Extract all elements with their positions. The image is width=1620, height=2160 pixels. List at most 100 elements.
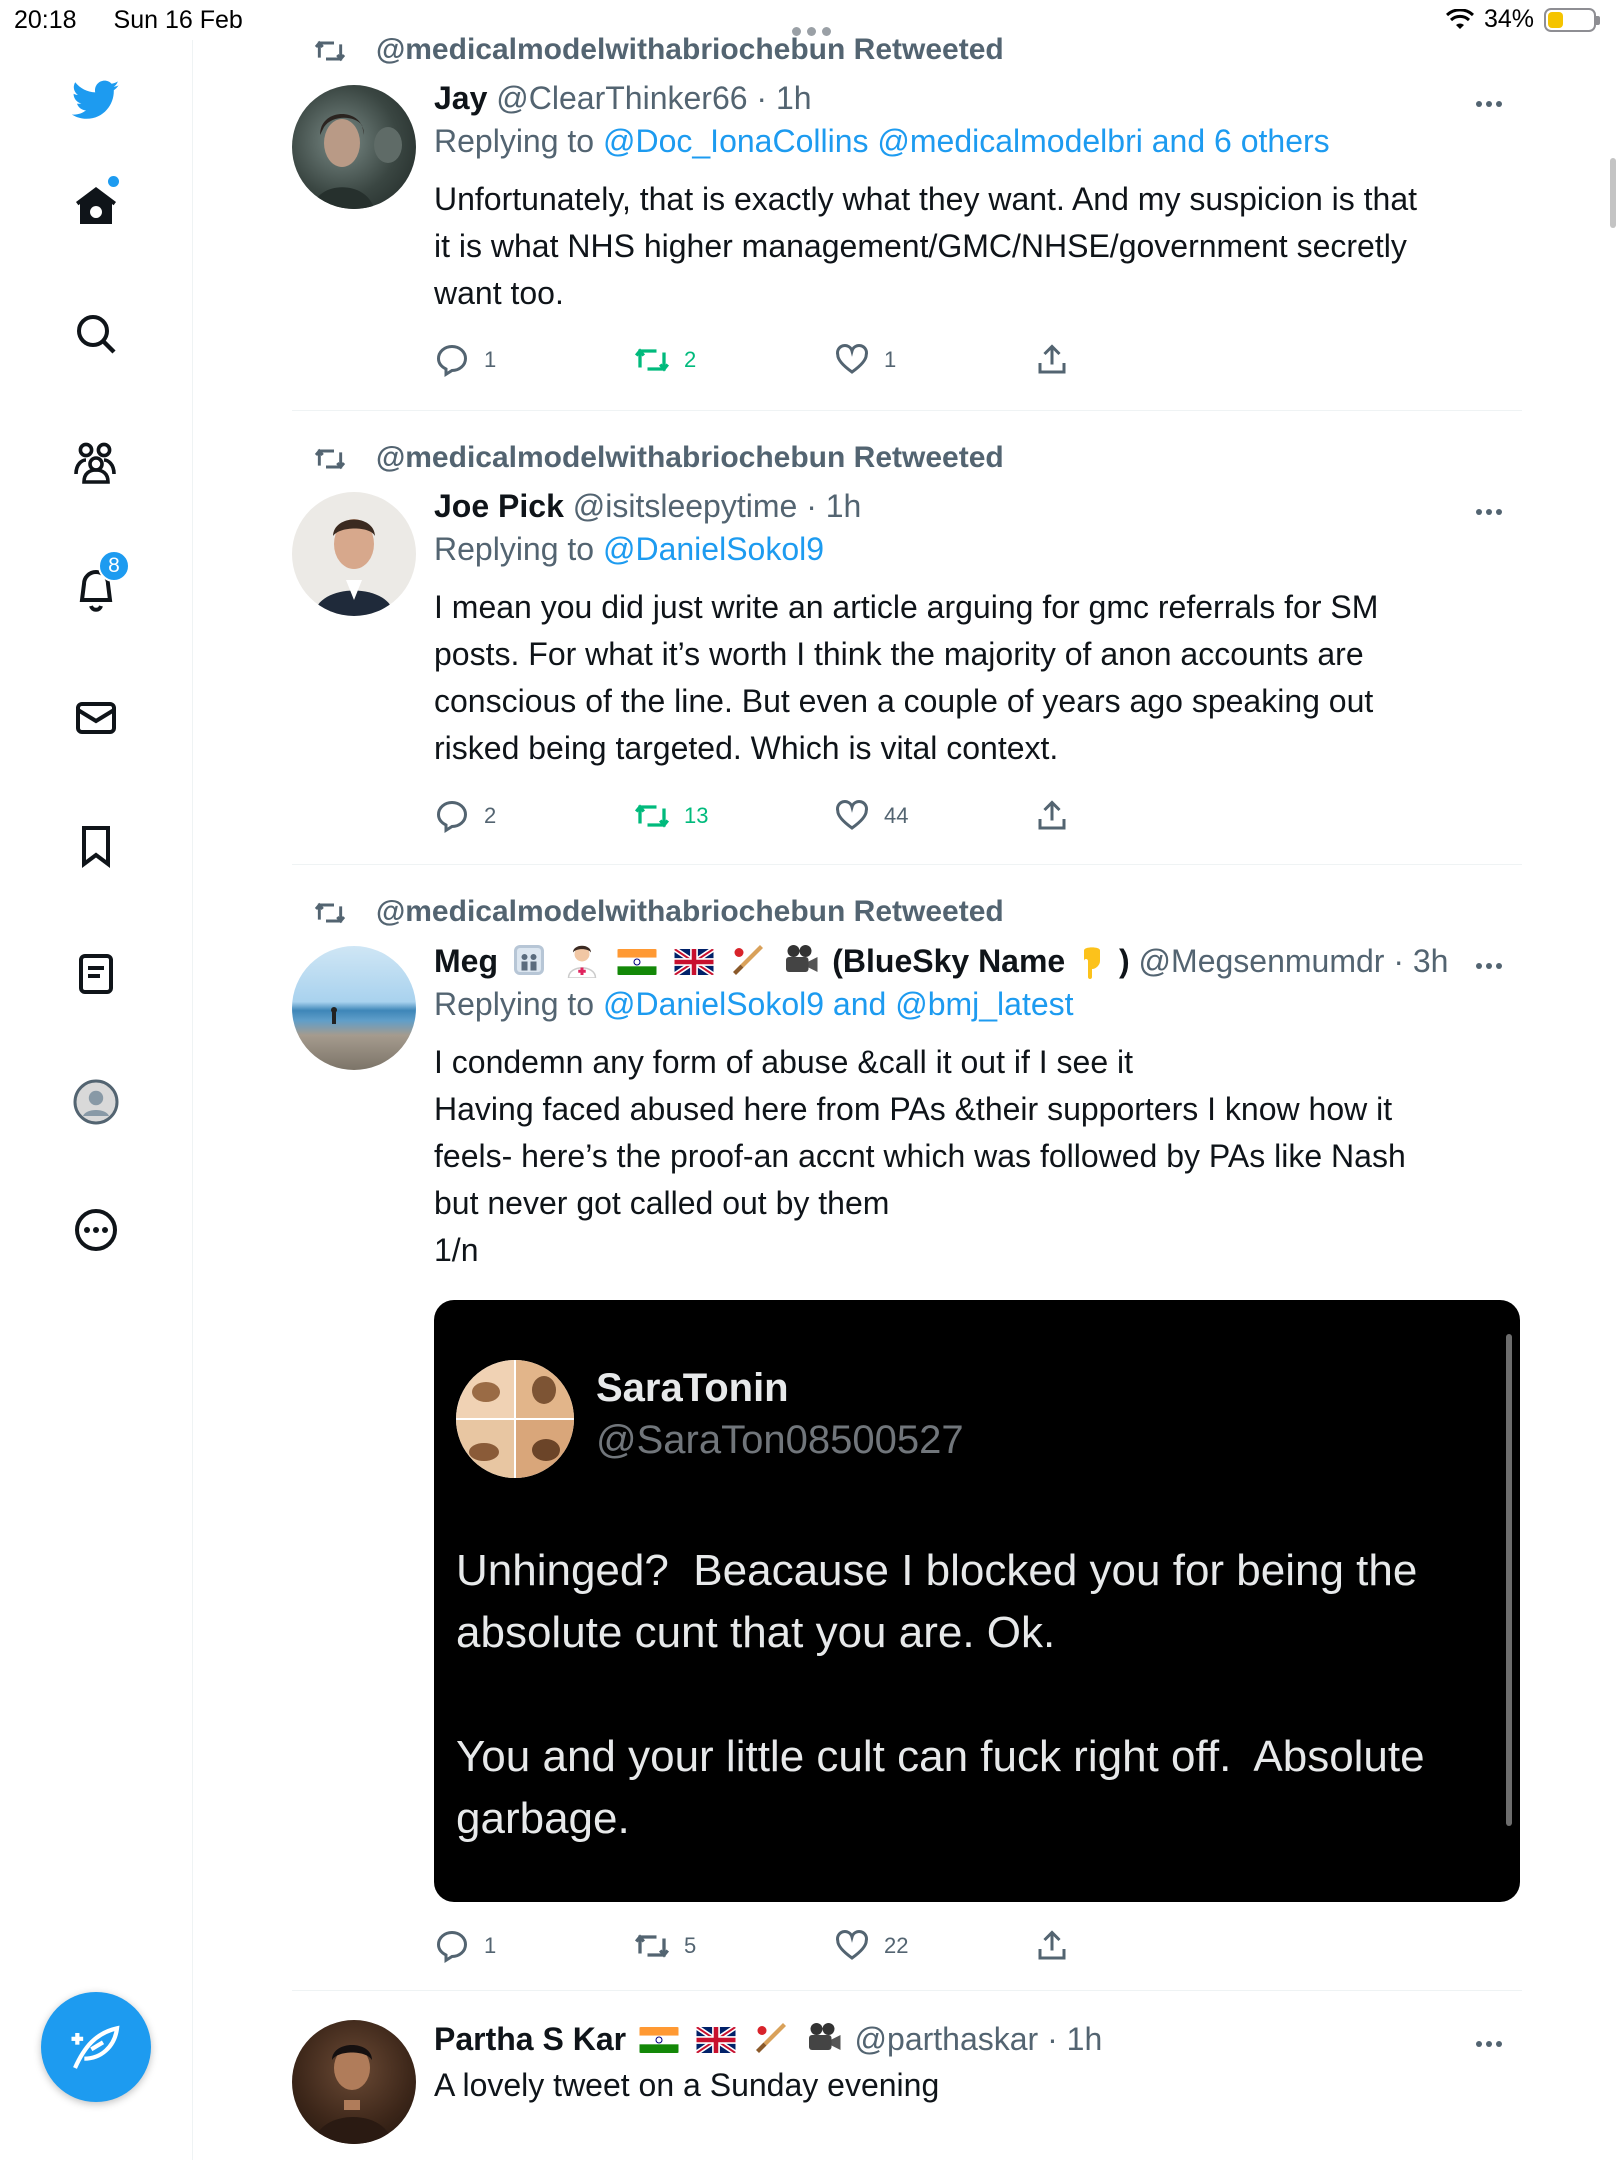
tweet-media-image[interactable]: SaraTonin @SaraTon08500527 Unhinged? Bea… [434, 1300, 1520, 1902]
retweet-count: 2 [684, 347, 697, 372]
retweet-button[interactable]: 2 [634, 342, 834, 378]
page-scrollbar[interactable] [1610, 158, 1616, 228]
like-count: 22 [884, 1933, 909, 1958]
reply-count: 2 [484, 803, 497, 828]
retweeted-by-label: @medicalmodelwithabriochebun Retweeted [376, 33, 1004, 66]
share-icon [1038, 800, 1066, 830]
tweet-text: A lovely tweet on a Sunday evening [434, 2067, 940, 2103]
avatar[interactable] [292, 85, 416, 209]
uk-flag-icon [673, 949, 714, 975]
wifi-icon [1445, 8, 1474, 29]
media-author-handle: @SaraTon08500527 [596, 1418, 964, 1462]
compose-feather-icon [71, 2025, 120, 2069]
tweet[interactable]: @medicalmodelwithabriochebun Retweeted J… [292, 438, 1522, 838]
share-button[interactable] [1034, 342, 1234, 378]
retweet-icon [314, 902, 346, 924]
retweet-icon [314, 448, 346, 470]
more-circle-icon[interactable] [66, 1200, 126, 1260]
cricket-emoji-icon [733, 945, 764, 975]
share-button[interactable] [1034, 798, 1234, 834]
retweeted-by-label: @medicalmodelwithabriochebun Retweeted [376, 441, 1004, 474]
status-time: 20:18 [14, 6, 77, 34]
author-name-close[interactable]: ) [1119, 943, 1130, 979]
twitter-bird-icon[interactable] [66, 70, 126, 130]
more-options-icon[interactable] [1476, 956, 1516, 976]
profile-icon[interactable] [66, 1072, 126, 1132]
replying-to-label: Replying to [434, 986, 603, 1022]
tweet-time[interactable]: · 1h [756, 80, 811, 116]
like-button[interactable]: 22 [834, 1928, 1034, 1964]
india-flag-icon [617, 949, 657, 975]
tweet[interactable]: @medicalmodelwithabriochebun Retweeted J… [292, 30, 1522, 377]
retweet-context: @medicalmodelwithabriochebun Retweeted [314, 895, 1004, 929]
media-avatar [456, 1360, 574, 1478]
like-button[interactable]: 1 [834, 342, 1034, 378]
replying-to: Replying to @DanielSokol9 and @bmj_lates… [434, 986, 1522, 1023]
home-unread-dot [108, 176, 119, 187]
reply-button[interactable]: 1 [434, 342, 634, 378]
replying-to-links[interactable]: @DanielSokol9 [603, 531, 824, 567]
avatar[interactable] [292, 946, 416, 1070]
reply-count: 1 [484, 1933, 497, 1958]
avatar[interactable] [292, 492, 416, 616]
sidebar-nav: 8 [0, 40, 193, 2160]
communities-icon[interactable] [66, 432, 126, 492]
author-name[interactable]: Jay [434, 80, 487, 116]
author-name-suffix[interactable]: (BlueSky Name [832, 943, 1065, 979]
tweet-text: Unfortunately, that is exactly what they… [434, 181, 1417, 311]
media-tweet-text: Unhinged? Beacause I blocked you for bei… [456, 1546, 1425, 1843]
retweet-count: 5 [684, 1933, 697, 1958]
author-name[interactable]: Meg [434, 943, 498, 979]
media-author-name: SaraTonin [596, 1366, 789, 1410]
notifications-icon[interactable]: 8 [66, 550, 130, 620]
battery-icon [1544, 7, 1600, 32]
india-flag-icon [639, 2027, 679, 2053]
share-icon [1038, 1930, 1066, 1960]
like-button[interactable]: 44 [834, 798, 1034, 834]
bookmarks-icon[interactable] [66, 816, 126, 876]
heart-icon [836, 800, 868, 830]
retweet-button[interactable]: 13 [634, 798, 834, 834]
more-options-icon[interactable] [1476, 2034, 1516, 2054]
heart-icon [836, 1930, 868, 1960]
home-icon[interactable] [66, 176, 126, 236]
author-name[interactable]: Joe Pick [434, 488, 564, 524]
compose-tweet-button[interactable] [41, 1992, 151, 2102]
tweet-divider [292, 410, 1522, 411]
search-icon[interactable] [66, 304, 126, 364]
tweet-actions: 2 13 44 [434, 798, 1234, 834]
author-handle[interactable]: @ClearThinker66 [496, 80, 747, 116]
tweet-header: Partha S Kar @parthaskar · 1h [434, 2020, 1522, 2058]
reply-button[interactable]: 2 [434, 798, 634, 834]
author-handle[interactable]: @parthaskar [855, 2021, 1039, 2057]
avatar[interactable] [292, 2020, 416, 2144]
lists-icon[interactable] [66, 944, 126, 1004]
tweet[interactable]: Partha S Kar @parthaskar · 1h A lovely t… [292, 2010, 1522, 2160]
share-button[interactable] [1034, 1928, 1234, 1964]
tweet-time[interactable]: · 1h [806, 488, 861, 524]
retweet-icon [634, 348, 670, 372]
retweet-icon [634, 1934, 670, 1958]
more-options-icon[interactable] [1476, 94, 1516, 114]
reply-icon [436, 344, 468, 377]
cricket-emoji-icon [755, 2023, 786, 2053]
messages-icon[interactable] [66, 688, 126, 748]
author-handle[interactable]: @isitsleepytime [573, 488, 798, 524]
reply-count: 1 [484, 347, 497, 372]
more-options-icon[interactable] [1476, 502, 1516, 522]
tweet-time[interactable]: · 1h [1047, 2021, 1102, 2057]
replying-to-links[interactable]: @DanielSokol9 and @bmj_latest [603, 986, 1074, 1022]
pointing-down-emoji-icon [1084, 947, 1101, 979]
author-name[interactable]: Partha S Kar [434, 2021, 626, 2057]
notifications-badge: 8 [98, 550, 130, 582]
reply-icon [436, 800, 468, 833]
tweet-time[interactable]: · 3h [1393, 943, 1448, 979]
author-handle[interactable]: @Megsenmumdr [1139, 943, 1385, 979]
replying-to-links[interactable]: @Doc_IonaCollins @medicalmodelbri and 6 … [603, 123, 1330, 159]
retweet-button[interactable]: 5 [634, 1928, 834, 1964]
retweet-count: 13 [684, 803, 709, 828]
retweet-context: @medicalmodelwithabriochebun Retweeted [314, 33, 1004, 67]
reply-button[interactable]: 1 [434, 1928, 634, 1964]
tweet-divider [292, 864, 1522, 865]
like-count: 44 [884, 803, 909, 828]
